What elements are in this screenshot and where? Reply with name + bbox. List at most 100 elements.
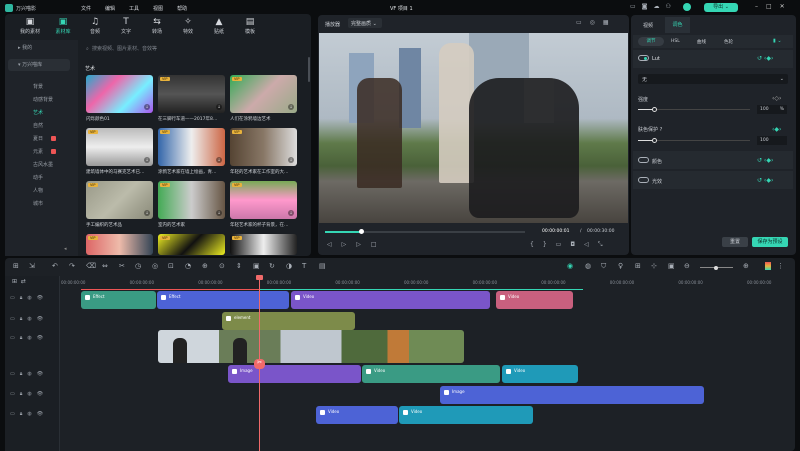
timeline-clip[interactable]: Video	[316, 406, 398, 424]
download-icon[interactable]: ↓	[288, 157, 294, 163]
split-scissors-icon[interactable]: ✂	[254, 359, 265, 369]
timeline-clip[interactable]: Video	[502, 365, 578, 383]
mute-icon[interactable]: ◍	[27, 295, 36, 301]
quality-dropdown[interactable]: 完整画质 ⌄	[348, 18, 382, 28]
timeline-clip[interactable]: Video	[291, 291, 490, 309]
compare-view-icon[interactable]: ▮ ⌄	[773, 38, 782, 44]
timeline-clip[interactable]: Video	[399, 406, 533, 424]
zoom-slider[interactable]	[700, 265, 733, 270]
next-icon[interactable]: ▷	[356, 241, 371, 248]
sidebar-item-0[interactable]: ▸ 我的	[8, 42, 70, 54]
tab-transition[interactable]: ⇆ 转场	[142, 17, 172, 35]
duration-icon[interactable]: ◔	[185, 262, 191, 270]
fullscreen-icon[interactable]: ⤡	[598, 241, 612, 248]
search-input[interactable]: ⌕ 搜索视频、图片素材、音效等	[82, 42, 304, 54]
lut-select[interactable]: 无 ⌄	[638, 74, 788, 84]
speed-icon[interactable]: ◷	[135, 262, 141, 270]
library-scrollbar[interactable]	[308, 57, 310, 82]
subtab-adjust[interactable]: 调节	[638, 37, 664, 46]
progress-handle[interactable]	[359, 229, 364, 234]
stop-icon[interactable]: □	[371, 241, 387, 248]
strength-slider[interactable]	[638, 107, 750, 112]
prev-frame-icon[interactable]: ◁	[327, 241, 342, 248]
maximize-icon[interactable]: □	[766, 3, 780, 10]
close-icon[interactable]: ✕	[780, 3, 793, 10]
export-frame-icon[interactable]: ▣	[253, 262, 260, 270]
download-icon[interactable]: ↓	[288, 104, 294, 110]
display-icon[interactable]: ▭	[556, 241, 571, 248]
mark-out-icon[interactable]: }	[543, 241, 556, 248]
tab-image[interactable]: ▣ 我的素材	[15, 17, 45, 35]
volume-icon[interactable]: ◁	[584, 241, 598, 248]
avatar[interactable]	[683, 3, 691, 11]
layout-icon[interactable]: ▭	[630, 3, 642, 10]
safe-zone-icon[interactable]: ▭	[576, 19, 590, 26]
reset-button[interactable]: 重置	[722, 237, 748, 247]
eye-icon[interactable]: 👁︎	[37, 391, 48, 397]
playhead-handle[interactable]	[256, 275, 263, 280]
sidebar-item-5[interactable]: 自然	[8, 120, 70, 132]
timeline-clip[interactable]: element	[222, 312, 355, 330]
lut-keyframe-icon[interactable]: ↺ ‹◆›	[757, 55, 773, 62]
strength-input[interactable]: 100%	[757, 105, 787, 114]
subtab-wheels[interactable]: 色轮	[724, 39, 733, 45]
download-icon[interactable]: ↓	[144, 104, 150, 110]
delete-icon[interactable]: ⌫	[86, 262, 96, 270]
eye-icon[interactable]: 👁︎	[37, 371, 48, 377]
color-keyframe-icon[interactable]: ↺ ‹◆›	[757, 157, 773, 164]
sidebar-item-11[interactable]: 城市	[8, 198, 70, 210]
eye-icon[interactable]: 👁︎	[37, 295, 48, 301]
adjust-icon[interactable]: ⇕	[236, 262, 242, 270]
export-button[interactable]: 导出 ⌄	[704, 3, 738, 12]
add-track-icon[interactable]: ⊞ ⇄	[12, 278, 26, 285]
mute-icon[interactable]: ◍	[27, 335, 36, 341]
timeline-clip[interactable]: Image	[440, 386, 704, 404]
text-icon[interactable]: T	[302, 262, 306, 270]
tab-music[interactable]: ♫ 音频	[80, 17, 110, 35]
stabilize-icon[interactable]: ◑	[286, 262, 292, 270]
light-toggle[interactable]	[638, 177, 649, 183]
shield-icon[interactable]: ⛉	[601, 262, 606, 271]
download-icon[interactable]: ↓	[144, 157, 150, 163]
more-options-icon[interactable]: ⋮	[777, 262, 784, 270]
sidebar-item-7[interactable]: 元素	[8, 146, 70, 158]
grid-icon[interactable]: ⊞	[13, 262, 19, 270]
skin-slider[interactable]	[638, 138, 750, 143]
sidebar-item-2[interactable]: 背景	[8, 81, 70, 93]
sidebar-item-6[interactable]: 夏日	[8, 133, 70, 145]
zoom-out-icon[interactable]: ⊖	[684, 262, 690, 270]
mute-icon[interactable]: ◍	[27, 316, 36, 322]
marker-icon[interactable]: ▣	[668, 262, 675, 270]
video-preview[interactable]	[319, 33, 628, 223]
media-item[interactable]: VIP ↓	[86, 181, 153, 219]
media-item[interactable]: VIP ↓	[230, 75, 297, 113]
mute-icon[interactable]: ◍	[27, 411, 36, 417]
collapse-sidebar-button[interactable]: ◂	[64, 246, 67, 252]
download-icon[interactable]: ↓	[144, 210, 150, 216]
cloud-icon[interactable]: ☁	[654, 3, 666, 10]
tab-text[interactable]: T 文字	[111, 17, 141, 35]
inspector-tab-video[interactable]: 视频	[643, 22, 653, 29]
eye-icon[interactable]: 👁︎	[37, 316, 48, 322]
media-item[interactable]: VIP	[230, 234, 297, 255]
timeline-clip[interactable]: Effect	[81, 291, 156, 309]
media-item[interactable]: VIP	[86, 234, 153, 255]
redo-icon[interactable]: ↷	[69, 262, 75, 270]
subtab-hsl[interactable]: HSL	[671, 39, 680, 44]
timeline-clip[interactable]: Video	[496, 291, 573, 309]
camera-icon[interactable]: ◘	[570, 241, 584, 248]
skin-keyframe-icon[interactable]: ‹◆›	[772, 126, 781, 133]
media-item[interactable]: VIP ↓	[86, 128, 153, 166]
sidebar-item-9[interactable]: 动手	[8, 172, 70, 184]
tab-template[interactable]: ▤ 模板	[235, 17, 265, 35]
mark-in-icon[interactable]: {	[530, 241, 543, 248]
media-item[interactable]: VIP ↓	[230, 128, 297, 166]
more-icon[interactable]: ▤	[319, 262, 326, 270]
zoom-in-icon[interactable]: ⊕	[743, 262, 749, 270]
sidebar-item-1[interactable]: ▾ 万兴喵库	[8, 59, 70, 71]
menu-help[interactable]: 帮助	[177, 6, 187, 12]
skin-input[interactable]: 100	[757, 136, 787, 145]
mute-icon[interactable]: ◍	[27, 391, 36, 397]
strength-keyframe-icon[interactable]: ‹◇›	[772, 95, 781, 102]
menu-tools[interactable]: 工具	[129, 6, 139, 12]
